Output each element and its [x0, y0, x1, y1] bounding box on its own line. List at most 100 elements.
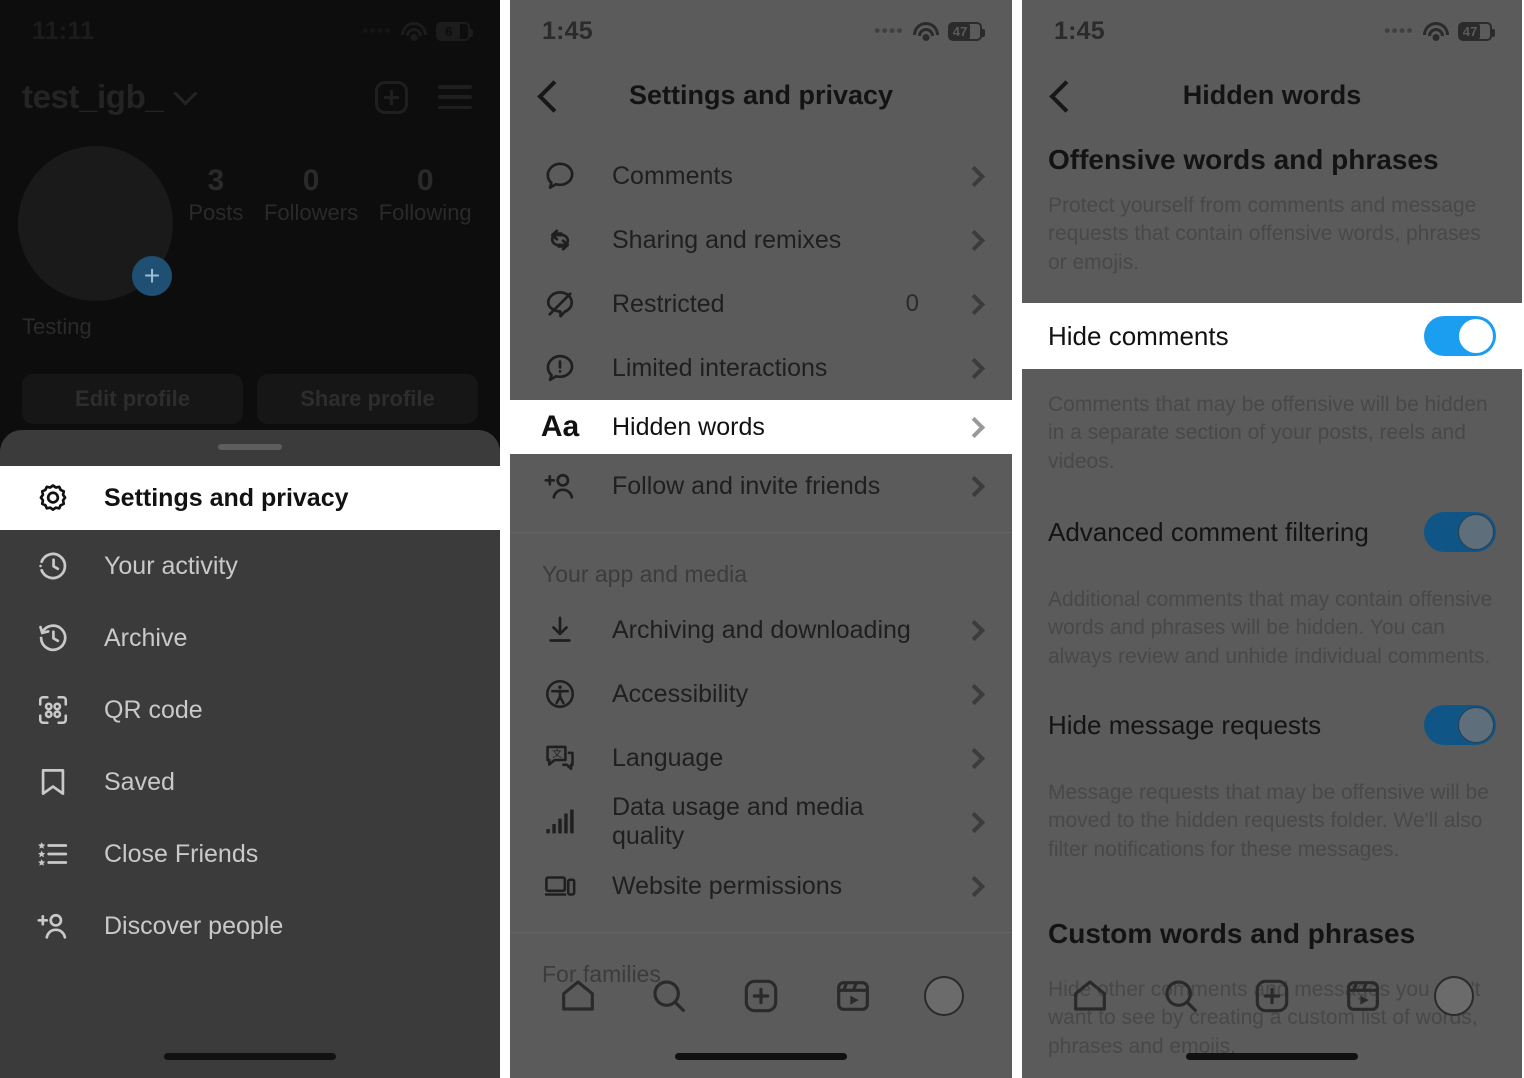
menu-item-discover-people[interactable]: Discover people: [0, 890, 500, 962]
battery-icon: 47: [948, 21, 985, 41]
stat-followers[interactable]: 0 Followers: [264, 164, 358, 227]
toggle-row-hide-message-requests[interactable]: Hide message requests: [1022, 693, 1522, 757]
profile-header-actions: [375, 80, 472, 114]
profile-action-buttons: Edit profile Share profile: [0, 340, 500, 424]
toggle-row-hide-comments-offensive[interactable]: Hide comments: [1022, 303, 1522, 370]
settings-row-hidden-words[interactable]: Aa Hidden words: [510, 400, 1012, 454]
settings-row-archiving-and-downloading[interactable]: Archiving and downloading: [510, 598, 1012, 662]
menu-item-label: QR code: [104, 695, 203, 724]
profile-menu-list: Settings and privacy Your activity Archi…: [0, 466, 500, 962]
battery-level-text: 6: [445, 23, 453, 39]
menu-item-your-activity[interactable]: Your activity: [0, 530, 500, 602]
hide-comments-description: Comments that may be offensive will be h…: [1048, 393, 1488, 473]
new-post-icon[interactable]: [375, 80, 408, 114]
status-indicators: •••• 47: [1384, 21, 1495, 41]
chevron-right-icon: [963, 811, 986, 833]
settings-row-label: Data usage and media quality: [612, 793, 864, 850]
status-indicators: •••• 6: [362, 21, 473, 41]
settings-row-comments[interactable]: Comments: [510, 144, 1012, 208]
archive-clock-icon: [36, 621, 70, 655]
profile-avatar-icon[interactable]: [922, 974, 966, 1018]
battery-level-text: 47: [952, 23, 968, 39]
share-profile-button[interactable]: Share profile: [257, 374, 478, 424]
signal-dots-icon: ••••: [874, 21, 904, 40]
toggle-row-advanced-comment-filtering[interactable]: Advanced comment filtering: [1022, 500, 1522, 564]
reels-icon[interactable]: [831, 974, 875, 1018]
settings-row-accessibility[interactable]: Accessibility: [510, 662, 1012, 726]
menu-item-label: Discover people: [104, 911, 284, 940]
stat-label: Posts: [188, 199, 244, 225]
edit-profile-button[interactable]: Edit profile: [22, 374, 243, 424]
settings-row-sharing-and-remixes[interactable]: Sharing and remixes: [510, 208, 1012, 272]
bars-signal-icon: [542, 804, 578, 840]
battery-level-text: 47: [1462, 23, 1478, 39]
profile-bio: Testing: [22, 314, 92, 339]
add-story-plus-icon[interactable]: +: [132, 256, 172, 296]
menu-item-label: Your activity: [104, 551, 238, 580]
menu-item-label: Close Friends: [104, 839, 259, 868]
avatar[interactable]: +: [18, 146, 178, 306]
settings-row-data-usage-and-media-quality[interactable]: Data usage and media quality: [510, 790, 1012, 854]
battery-icon: 47: [1458, 21, 1495, 41]
menu-item-qr-code[interactable]: QR code: [0, 674, 500, 746]
settings-row-follow-and-invite-friends[interactable]: Follow and invite friends: [510, 454, 1012, 518]
accessibility-icon: [542, 676, 578, 712]
drag-handle[interactable]: [218, 444, 282, 450]
settings-row-language[interactable]: 文 Language: [510, 726, 1012, 790]
website-permissions-icon: [542, 868, 578, 904]
section-divider: [510, 932, 1012, 933]
hide-message-requests-description: Message requests that may be offensive w…: [1048, 781, 1489, 861]
home-icon[interactable]: [556, 974, 600, 1018]
settings-row-website-permissions[interactable]: Website permissions: [510, 854, 1012, 918]
hide-message-requests-toggle[interactable]: [1424, 705, 1496, 746]
nav-header-panel2: Settings and privacy: [510, 62, 1012, 128]
create-icon[interactable]: [1250, 974, 1294, 1018]
status-bar-panel2: 1:45 •••• 47: [510, 0, 1012, 62]
status-time: 1:45: [1054, 16, 1105, 45]
bottom-tab-bar-panel3: [1022, 960, 1522, 1078]
wifi-icon: [401, 21, 427, 41]
username-switcher[interactable]: test_igb_: [22, 78, 198, 116]
hamburger-menu-icon[interactable]: [438, 85, 472, 109]
hide-comments-toggle[interactable]: [1424, 316, 1496, 357]
chevron-right-icon: [963, 683, 986, 705]
status-indicators: •••• 47: [874, 21, 985, 41]
chevron-right-icon: [963, 165, 986, 187]
profile-menu-sheet: Settings and privacy Your activity Archi…: [0, 430, 500, 1078]
settings-row-label: Sharing and remixes: [612, 225, 842, 254]
menu-item-settings-and-privacy[interactable]: Settings and privacy: [0, 466, 500, 530]
menu-item-saved[interactable]: Saved: [0, 746, 500, 818]
create-icon[interactable]: [739, 974, 783, 1018]
signal-dots-icon: ••••: [362, 21, 392, 40]
wifi-icon: [913, 21, 939, 41]
comment-bubble-icon: [542, 158, 578, 194]
settings-row-label: Website permissions: [612, 871, 843, 900]
chevron-right-icon: [963, 475, 986, 497]
advanced-comment-filtering-toggle[interactable]: [1424, 512, 1496, 553]
settings-row-restricted[interactable]: Restricted 0: [510, 272, 1012, 336]
download-icon: [542, 612, 578, 648]
settings-row-limited-interactions[interactable]: Limited interactions: [510, 336, 1012, 400]
menu-item-close-friends[interactable]: Close Friends: [0, 818, 500, 890]
stat-following[interactable]: 0 Following: [379, 164, 472, 227]
search-icon[interactable]: [1159, 974, 1203, 1018]
activity-clock-icon: [36, 549, 70, 583]
menu-item-archive[interactable]: Archive: [0, 602, 500, 674]
stat-value: 0: [302, 164, 320, 197]
stat-label: Following: [378, 199, 472, 225]
settings-row-label: Follow and invite friends: [612, 471, 881, 500]
menu-item-label: Saved: [104, 767, 175, 796]
home-icon[interactable]: [1068, 974, 1112, 1018]
back-chevron-icon[interactable]: [534, 78, 568, 112]
panel-hidden-words: 1:45 •••• 47 Hidden words Offensive word…: [1022, 0, 1522, 1078]
settings-row-label: Archiving and downloading: [612, 615, 911, 644]
profile-avatar-icon[interactable]: [1432, 974, 1476, 1018]
toggle-label: Hide message requests: [1048, 709, 1322, 740]
reels-icon[interactable]: [1341, 974, 1385, 1018]
back-chevron-icon[interactable]: [1046, 78, 1080, 112]
search-icon[interactable]: [647, 974, 691, 1018]
stat-posts[interactable]: 3 Posts: [188, 164, 243, 227]
profile-stats-row: + 3 Posts 0 Followers 0 Following: [0, 124, 500, 306]
settings-row-label: Restricted: [612, 289, 725, 318]
add-person-icon: [36, 909, 70, 943]
